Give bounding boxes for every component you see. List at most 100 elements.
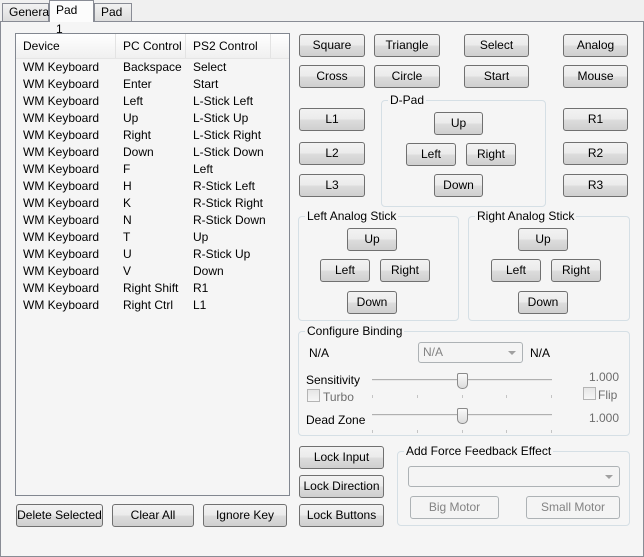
flip-checkbox[interactable] bbox=[583, 387, 596, 400]
pc-control-cell: Down bbox=[123, 145, 154, 159]
device-cell: WM Keyboard bbox=[23, 213, 100, 227]
device-cell: WM Keyboard bbox=[23, 230, 100, 244]
list-item[interactable]: WM Keyboard K R-Stick Right bbox=[16, 195, 289, 212]
device-cell: WM Keyboard bbox=[23, 60, 100, 74]
device-cell: WM Keyboard bbox=[23, 162, 100, 176]
slider-tick bbox=[506, 395, 507, 398]
dpad-right-button[interactable]: Right bbox=[466, 143, 516, 166]
r3-button[interactable]: R3 bbox=[563, 174, 628, 197]
delete-selected-button[interactable]: Delete Selected bbox=[16, 504, 103, 527]
ignore-key-button[interactable]: Ignore Key bbox=[203, 504, 287, 527]
dpad-up-button[interactable]: Up bbox=[434, 112, 483, 135]
sensitivity-slider[interactable] bbox=[372, 373, 552, 403]
sensitivity-value: 1.000 bbox=[589, 370, 620, 384]
pc-control-cell: H bbox=[123, 179, 132, 193]
ps2-control-cell: L-Stick Right bbox=[193, 128, 262, 142]
left-stick-up-button[interactable]: Up bbox=[347, 228, 397, 251]
turbo-label: Turbo bbox=[323, 390, 354, 404]
left-stick-down-button[interactable]: Down bbox=[347, 291, 397, 314]
r1-button[interactable]: R1 bbox=[563, 108, 628, 131]
list-item[interactable]: WM Keyboard N R-Stick Down bbox=[16, 212, 289, 229]
list-item[interactable]: WM Keyboard U R-Stick Up bbox=[16, 246, 289, 263]
list-item[interactable]: WM Keyboard Right L-Stick Right bbox=[16, 127, 289, 144]
triangle-button[interactable]: Triangle bbox=[374, 34, 440, 57]
lock-direction-button[interactable]: Lock Direction bbox=[299, 475, 384, 498]
list-body: WM Keyboard Backspace Select WM Keyboard Ent… bbox=[16, 59, 289, 314]
circle-button[interactable]: Circle bbox=[374, 65, 440, 88]
binding-control-label: N/A bbox=[530, 346, 551, 360]
device-cell: WM Keyboard bbox=[23, 264, 100, 278]
device-cell: WM Keyboard bbox=[23, 77, 100, 91]
ps2-control-cell: Left bbox=[193, 162, 214, 176]
l3-button[interactable]: L3 bbox=[299, 174, 365, 197]
list-item[interactable]: WM Keyboard Up L-Stick Up bbox=[16, 110, 289, 127]
list-item[interactable]: WM Keyboard T Up bbox=[16, 229, 289, 246]
square-button[interactable]: Square bbox=[299, 34, 365, 57]
ps2-control-cell: L-Stick Down bbox=[193, 145, 264, 159]
column-header-device[interactable]: Device bbox=[16, 34, 116, 58]
list-item[interactable]: WM Keyboard F Left bbox=[16, 161, 289, 178]
turbo-checkbox[interactable] bbox=[307, 389, 320, 402]
bindings-list[interactable]: Device PC Control PS2 Control WM Keyboar… bbox=[15, 33, 290, 496]
slider-tick bbox=[462, 430, 463, 433]
left-stick-left-button[interactable]: Left bbox=[320, 259, 370, 282]
binding-type-combo[interactable]: N/A bbox=[418, 342, 523, 363]
cross-button[interactable]: Cross bbox=[299, 65, 365, 88]
force-feedback-title: Add Force Feedback Effect bbox=[404, 444, 554, 458]
pc-control-cell: V bbox=[123, 264, 132, 278]
small-motor-button[interactable]: Small Motor bbox=[526, 496, 620, 519]
ps2-control-cell: R-Stick Left bbox=[193, 179, 256, 193]
lock-input-button[interactable]: Lock Input bbox=[299, 446, 384, 469]
l2-button[interactable]: L2 bbox=[299, 142, 365, 165]
device-cell: WM Keyboard bbox=[23, 145, 100, 159]
sensitivity-slider-thumb[interactable] bbox=[457, 373, 468, 389]
flip-label: Flip bbox=[598, 388, 618, 402]
left-stick-right-button[interactable]: Right bbox=[380, 259, 430, 282]
big-motor-button[interactable]: Big Motor bbox=[410, 496, 499, 519]
force-feedback-effect-combo[interactable] bbox=[408, 466, 620, 487]
ps2-control-cell: R-Stick Down bbox=[193, 213, 266, 227]
list-item[interactable]: WM Keyboard Left L-Stick Left bbox=[16, 93, 289, 110]
tab-pad-1[interactable]: Pad 1 bbox=[49, 0, 94, 36]
column-header-ps2-control[interactable]: PS2 Control bbox=[186, 34, 271, 58]
clear-all-button[interactable]: Clear All bbox=[112, 504, 194, 527]
lock-buttons-button[interactable]: Lock Buttons bbox=[299, 504, 384, 527]
slider-tick bbox=[372, 430, 373, 433]
right-analog-stick-title: Right Analog Stick bbox=[475, 209, 577, 223]
ps2-control-cell: R-Stick Right bbox=[193, 196, 264, 210]
right-stick-up-button[interactable]: Up bbox=[518, 228, 568, 251]
dead-zone-slider[interactable] bbox=[372, 408, 552, 438]
list-item[interactable]: WM Keyboard Enter Start bbox=[16, 76, 289, 93]
slider-tick bbox=[551, 395, 552, 398]
mouse-button[interactable]: Mouse bbox=[563, 65, 628, 88]
start-button[interactable]: Start bbox=[464, 65, 529, 88]
pc-control-cell: Up bbox=[123, 111, 139, 125]
l1-button[interactable]: L1 bbox=[299, 108, 365, 131]
pc-control-cell: U bbox=[123, 247, 132, 261]
tab-general[interactable]: General bbox=[2, 3, 52, 22]
analog-button[interactable]: Analog bbox=[563, 34, 628, 57]
dead-zone-slider-thumb[interactable] bbox=[457, 408, 468, 424]
list-item[interactable]: WM Keyboard Down L-Stick Down bbox=[16, 144, 289, 161]
ps2-control-cell: R-Stick Up bbox=[193, 247, 251, 261]
right-stick-right-button[interactable]: Right bbox=[551, 259, 601, 282]
dpad-down-button[interactable]: Down bbox=[434, 174, 483, 197]
dead-zone-label: Dead Zone bbox=[306, 413, 366, 427]
tab-pad-2[interactable]: Pad 2 bbox=[94, 3, 132, 36]
list-item[interactable]: WM Keyboard H R-Stick Left bbox=[16, 178, 289, 195]
binding-type-combo-value: N/A bbox=[423, 345, 444, 359]
r2-button[interactable]: R2 bbox=[563, 142, 628, 165]
list-item[interactable]: WM Keyboard Right Ctrl L1 bbox=[16, 297, 289, 314]
device-cell: WM Keyboard bbox=[23, 281, 100, 295]
column-header-pc-control[interactable]: PC Control bbox=[116, 34, 186, 58]
slider-tick bbox=[417, 430, 418, 433]
list-item[interactable]: WM Keyboard Backspace Select bbox=[16, 59, 289, 76]
chevron-down-icon bbox=[605, 475, 613, 479]
right-stick-down-button[interactable]: Down bbox=[518, 291, 568, 314]
list-item[interactable]: WM Keyboard Right Shift R1 bbox=[16, 280, 289, 297]
right-stick-left-button[interactable]: Left bbox=[491, 259, 541, 282]
select-button[interactable]: Select bbox=[464, 34, 529, 57]
ps2-control-cell: Down bbox=[193, 264, 224, 278]
list-item[interactable]: WM Keyboard V Down bbox=[16, 263, 289, 280]
dpad-left-button[interactable]: Left bbox=[406, 143, 456, 166]
